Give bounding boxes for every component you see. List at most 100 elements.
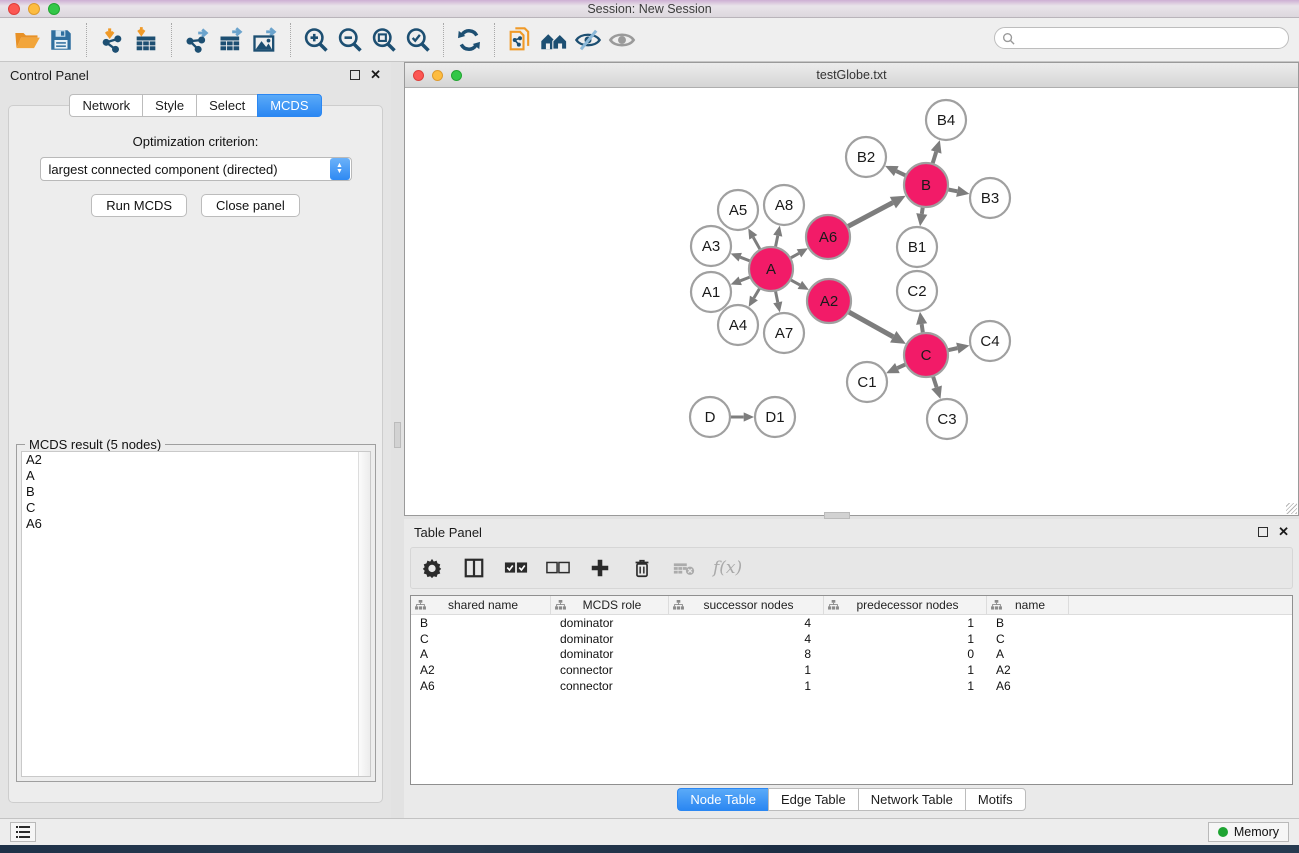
- graph-edge-A-A4[interactable]: [754, 288, 760, 298]
- result-list-item[interactable]: A2: [22, 452, 370, 468]
- table-cell[interactable]: 0: [824, 647, 987, 661]
- table-cell[interactable]: 1: [669, 663, 824, 677]
- graph-edge-C-C3[interactable]: [933, 376, 937, 387]
- result-list-item[interactable]: A6: [22, 516, 370, 532]
- search-field[interactable]: [994, 27, 1289, 49]
- table-cell[interactable]: B: [987, 616, 1069, 630]
- table-cell[interactable]: 4: [669, 632, 824, 646]
- graph-edge-C-C2[interactable]: [922, 324, 923, 333]
- result-list-item[interactable]: B: [22, 484, 370, 500]
- table-row[interactable]: A2connector11A2: [411, 662, 1292, 678]
- tab-style[interactable]: Style: [142, 94, 196, 117]
- float-panel-icon[interactable]: [1258, 527, 1268, 537]
- horizontal-splitter-handle[interactable]: [824, 512, 850, 519]
- close-panel-icon[interactable]: ✕: [370, 70, 381, 80]
- table-cell[interactable]: A6: [987, 679, 1069, 693]
- tab-motifs[interactable]: Motifs: [965, 788, 1026, 811]
- table-row[interactable]: Bdominator41B: [411, 615, 1292, 631]
- graph-edge-C-C4[interactable]: [947, 348, 957, 350]
- result-list-item[interactable]: A: [22, 468, 370, 484]
- table-cell[interactable]: dominator: [551, 616, 669, 630]
- tab-network[interactable]: Network: [69, 94, 142, 117]
- export-image-button[interactable]: [248, 23, 282, 57]
- graph-edge-A-A5[interactable]: [753, 237, 760, 249]
- table-cell[interactable]: A2: [987, 663, 1069, 677]
- tab-network-table[interactable]: Network Table: [858, 788, 965, 811]
- tab-edge-table[interactable]: Edge Table: [768, 788, 858, 811]
- graph-edge-A-A1[interactable]: [740, 277, 750, 281]
- table-row[interactable]: Cdominator41C: [411, 631, 1292, 647]
- table-cell[interactable]: 1: [669, 679, 824, 693]
- function-builder-button[interactable]: f(x): [713, 558, 742, 578]
- tab-mcds[interactable]: MCDS: [257, 94, 321, 117]
- column-layout-button[interactable]: [461, 555, 487, 581]
- graph-edge-A-A6[interactable]: [790, 253, 799, 258]
- vertical-splitter-handle[interactable]: [394, 422, 401, 448]
- graph-edge-B-B4[interactable]: [932, 152, 936, 164]
- open-session-button[interactable]: [10, 23, 44, 57]
- add-column-button[interactable]: [587, 555, 613, 581]
- table-row[interactable]: Adominator80A: [411, 647, 1292, 663]
- table-cell[interactable]: C: [411, 632, 551, 646]
- criterion-dropdown[interactable]: largest connected component (directed) ▲…: [40, 157, 352, 181]
- zoom-in-button[interactable]: [299, 23, 333, 57]
- table-cell[interactable]: dominator: [551, 647, 669, 661]
- run-mcds-button[interactable]: Run MCDS: [91, 194, 187, 217]
- import-table-button[interactable]: [129, 23, 163, 57]
- graph-edge-A-A3[interactable]: [740, 257, 750, 261]
- result-list-item[interactable]: C: [22, 500, 370, 516]
- select-all-button[interactable]: [503, 555, 529, 581]
- close-panel-button[interactable]: Close panel: [201, 194, 300, 217]
- tab-node-table[interactable]: Node Table: [677, 788, 768, 811]
- graph-edge-C-C1[interactable]: [897, 364, 906, 368]
- save-session-button[interactable]: [44, 23, 78, 57]
- close-panel-icon[interactable]: ✕: [1278, 527, 1289, 537]
- status-menu-button[interactable]: [10, 822, 36, 842]
- table-cell[interactable]: A: [987, 647, 1069, 661]
- show-all-button[interactable]: [605, 23, 639, 57]
- cybrowser-home-button[interactable]: [537, 23, 571, 57]
- graph-edge-A2-C[interactable]: [848, 312, 893, 337]
- tab-select[interactable]: Select: [196, 94, 257, 117]
- table-row[interactable]: A6connector11A6: [411, 678, 1292, 694]
- table-cell[interactable]: 4: [669, 616, 824, 630]
- graph-edge-A6-B[interactable]: [847, 203, 892, 227]
- network-window-titlebar[interactable]: testGlobe.txt: [405, 63, 1298, 88]
- column-header[interactable]: predecessor nodes: [824, 596, 987, 614]
- zoom-fit-button[interactable]: [367, 23, 401, 57]
- export-network-button[interactable]: [180, 23, 214, 57]
- graph-edge-B-B2[interactable]: [896, 171, 906, 176]
- clone-network-button[interactable]: [503, 23, 537, 57]
- table-cell[interactable]: A6: [411, 679, 551, 693]
- result-scrollbar[interactable]: [358, 452, 370, 776]
- table-cell[interactable]: 1: [824, 616, 987, 630]
- unselect-all-button[interactable]: [545, 555, 571, 581]
- table-settings-button[interactable]: [419, 555, 445, 581]
- refresh-view-button[interactable]: [452, 23, 486, 57]
- zoom-selected-button[interactable]: [401, 23, 435, 57]
- table-cell[interactable]: 1: [824, 663, 987, 677]
- memory-button[interactable]: Memory: [1208, 822, 1289, 842]
- import-network-button[interactable]: [95, 23, 129, 57]
- column-header[interactable]: successor nodes: [669, 596, 824, 614]
- float-panel-icon[interactable]: [350, 70, 360, 80]
- delete-column-button[interactable]: [629, 555, 655, 581]
- table-cell[interactable]: connector: [551, 663, 669, 677]
- export-table-button[interactable]: [214, 23, 248, 57]
- delete-table-button[interactable]: [671, 555, 697, 581]
- graph-edge-A-A7[interactable]: [775, 291, 777, 303]
- table-cell[interactable]: 1: [824, 679, 987, 693]
- network-graph[interactable]: AA1A2A3A4A5A6A7A8BB1B2B3B4CC1C2C3C4DD1: [405, 88, 1298, 515]
- search-input[interactable]: [1019, 31, 1288, 45]
- graph-edge-B-B3[interactable]: [948, 189, 958, 191]
- table-cell[interactable]: connector: [551, 679, 669, 693]
- table-cell[interactable]: 1: [824, 632, 987, 646]
- table-cell[interactable]: B: [411, 616, 551, 630]
- table-cell[interactable]: A: [411, 647, 551, 661]
- graph-edge-A-A8[interactable]: [775, 236, 777, 248]
- table-cell[interactable]: A2: [411, 663, 551, 677]
- column-header[interactable]: shared name: [411, 596, 551, 614]
- table-cell[interactable]: dominator: [551, 632, 669, 646]
- resize-grip-icon[interactable]: [1286, 503, 1297, 514]
- column-header[interactable]: name: [987, 596, 1069, 614]
